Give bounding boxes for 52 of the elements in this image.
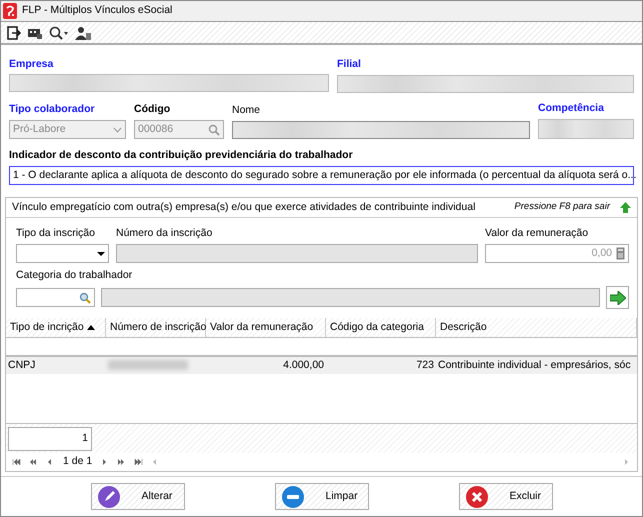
table-cell-text: 723	[415, 358, 435, 373]
next-page-icon[interactable]	[117, 458, 126, 466]
hint-text: Pressione F8 para sair	[514, 200, 610, 214]
field-label: Categoria do trabalhador	[16, 268, 134, 282]
table-cell-text: CNPJ	[7, 358, 36, 373]
table-cell-text: Contribuinte individual - empresários, sóc	[437, 358, 632, 373]
clear-button[interactable]: Limpar	[274, 483, 368, 510]
delete-button[interactable]: Excluir	[458, 483, 552, 510]
field-label: Nome	[232, 103, 262, 117]
search-icon	[208, 124, 220, 136]
input-field[interactable]	[116, 244, 478, 263]
minus-icon	[282, 486, 304, 508]
input-field[interactable]	[101, 288, 600, 307]
field-label: Filial	[337, 57, 362, 71]
search-icon[interactable]	[49, 26, 69, 40]
column-header[interactable]: Número de inscrição	[106, 318, 206, 337]
field-label: Competência	[538, 101, 605, 115]
field-label: Empresa	[9, 57, 54, 71]
edit-button[interactable]: Alterar	[90, 483, 184, 510]
dropdown-field[interactable]	[16, 244, 109, 263]
previous-page-icon[interactable]	[29, 458, 38, 466]
first-page-icon[interactable]	[12, 458, 21, 466]
arrow-right-icon	[610, 290, 626, 304]
chevron-icon	[113, 126, 122, 132]
column-header[interactable]: Tipo de incrição	[6, 318, 106, 337]
table-row[interactable]: CNPJ 4.000,00 723 Contribuinte individual - empresários, sóc	[6, 355, 637, 374]
app-logo-icon	[3, 3, 17, 19]
column-header[interactable]: Valor da remuneração	[206, 318, 326, 337]
search-icon	[79, 292, 91, 304]
field-label: Tipo colaborador	[9, 102, 96, 116]
page-indicator: 1 de 1	[63, 454, 92, 470]
field-label: Código	[134, 102, 172, 116]
confirm-button[interactable]	[606, 286, 629, 309]
field-label: Indicador de desconto da contribuição previdenciária do trabalhador	[9, 148, 354, 162]
table-cell-text: 4.000,00	[282, 358, 325, 373]
column-header[interactable]: Descrição	[436, 318, 637, 337]
panel-title: Vínculo empregatício com outra(s) empresa(s) e/ou que exerce atividades de contribuinte individual	[12, 200, 476, 215]
field-label: Tipo da inscrição	[16, 226, 96, 240]
exit-icon[interactable]	[7, 26, 21, 40]
person-icon[interactable]	[75, 26, 91, 40]
field-label: Valor da remuneração	[485, 226, 590, 240]
calculator-icon	[616, 247, 625, 260]
close-icon	[466, 486, 488, 508]
window-title: FLP - Múltiplos Vínculos eSocial	[22, 3, 172, 18]
pencil-icon	[98, 486, 120, 508]
field-label: Número da inscrição	[116, 226, 214, 240]
caret-down-icon	[97, 252, 105, 256]
column-header[interactable]: Código da categoria	[326, 318, 436, 337]
record-count: 1	[8, 427, 92, 451]
last-page-icon[interactable]	[134, 458, 144, 466]
arrow-up-icon[interactable]	[620, 202, 631, 213]
search-field[interactable]	[16, 288, 95, 307]
